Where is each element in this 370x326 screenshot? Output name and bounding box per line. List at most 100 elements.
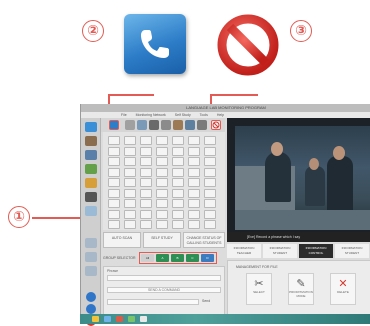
student-seat[interactable] [204,199,216,208]
toolbar-stop-button[interactable] [211,120,221,130]
prioritization-button[interactable]: ✎ PRIORITIZATION MODE [288,273,314,305]
student-seat[interactable] [188,178,200,187]
student-seat[interactable] [204,146,216,156]
student-seat[interactable] [140,167,152,177]
student-seat[interactable] [188,167,200,177]
toolbar-button-5[interactable] [161,120,171,130]
toolbar-button-8[interactable] [197,120,207,130]
student-seat[interactable] [156,178,168,187]
tab-info-teacher[interactable]: INFORMATION TEACHER [227,244,261,258]
student-seat[interactable] [108,167,120,177]
tab-info-control[interactable]: INFORMATION CONTROL [299,244,333,258]
toolbar-button-4[interactable] [149,120,159,130]
student-seat[interactable] [172,136,184,145]
task-icon-5[interactable] [140,316,147,322]
student-seat[interactable] [204,220,216,229]
student-seat[interactable] [156,209,168,219]
edit-icon[interactable] [85,192,97,202]
menu-file[interactable]: File [121,113,127,117]
student-seat[interactable] [156,157,168,166]
student-seat[interactable] [124,188,136,198]
command-field[interactable]: SEND A COMMAND [107,287,221,293]
student-seat[interactable] [156,136,168,145]
menu-monitoring[interactable]: Monitoring Network [136,113,166,117]
student-seat[interactable] [204,167,216,177]
student-seat[interactable] [204,209,216,219]
student-seat[interactable] [204,136,216,145]
side-icon-10[interactable] [85,266,97,276]
student-seat[interactable] [188,157,200,166]
toolbar-button-2[interactable] [125,120,135,130]
student-seat[interactable] [188,209,200,219]
student-seat[interactable] [172,209,184,219]
menu-self-study[interactable]: Self Study [175,113,191,117]
student-seat[interactable] [108,157,120,166]
change-status-button[interactable]: CHANGE STATUS OF CALLING STUDENTS [183,232,225,248]
tab-info-student-2[interactable]: INFORMATION STUDENT [335,244,369,258]
toolbar-button-6[interactable] [173,120,183,130]
student-seat[interactable] [172,188,184,198]
student-seat[interactable] [108,199,120,208]
student-seat[interactable] [140,146,152,156]
student-seat[interactable] [188,188,200,198]
student-seat[interactable] [108,146,120,156]
toolbar-button-3[interactable] [137,120,147,130]
student-seat[interactable] [124,167,136,177]
student-seat[interactable] [124,209,136,219]
student-seat[interactable] [124,136,136,145]
tab-info-student[interactable]: INFORMATION STUDENT [263,244,297,258]
student-seat[interactable] [108,209,120,219]
toolbar-phone-button[interactable] [109,120,119,130]
video-controls[interactable]: [Eve] Record a phrase which I say [227,232,370,242]
student-seat[interactable] [124,199,136,208]
menu-help[interactable]: Help [217,113,224,117]
student-seat[interactable] [140,157,152,166]
side-icon-4[interactable] [85,164,97,174]
student-seat[interactable] [124,220,136,229]
student-seat[interactable] [156,146,168,156]
student-seat[interactable] [156,199,168,208]
menu-tools[interactable]: Tools [200,113,208,117]
student-seat[interactable] [140,178,152,187]
info-icon[interactable] [86,292,96,302]
student-seat[interactable] [108,136,120,145]
side-icon-9[interactable] [85,252,97,262]
student-seat[interactable] [124,146,136,156]
auto-scan-button[interactable]: AUTO SCAN [103,232,141,248]
student-seat[interactable] [188,146,200,156]
select-button[interactable]: ✂ SELECT [246,273,272,305]
student-seat[interactable] [140,209,152,219]
student-seat[interactable] [204,178,216,187]
student-seat[interactable] [172,178,184,187]
send-button[interactable]: Send [202,299,210,303]
side-icon-5[interactable] [85,178,97,188]
side-icon-7[interactable] [85,206,97,216]
student-seat[interactable] [204,188,216,198]
student-seat[interactable] [188,136,200,145]
side-icon-3[interactable] [85,150,97,160]
student-seat[interactable] [140,220,152,229]
student-seat[interactable] [172,157,184,166]
student-seat[interactable] [172,199,184,208]
student-seat[interactable] [172,146,184,156]
phrase-field[interactable] [107,275,221,281]
delete-button[interactable]: ✕ DELETE [330,273,356,305]
self-study-button[interactable]: SELF STUDY [143,232,181,248]
student-seat[interactable] [156,188,168,198]
task-icon-1[interactable] [92,316,99,322]
message-field[interactable] [107,299,199,305]
student-seat[interactable] [124,157,136,166]
video-player[interactable] [227,118,370,232]
task-icon-4[interactable] [128,316,135,322]
student-seat[interactable] [156,220,168,229]
task-icon-2[interactable] [104,316,111,322]
student-seat[interactable] [124,178,136,187]
student-seat[interactable] [188,220,200,229]
student-seat[interactable] [172,167,184,177]
toolbar-button-7[interactable] [185,120,195,130]
student-seat[interactable] [108,178,120,187]
student-seat[interactable] [172,220,184,229]
task-icon-3[interactable] [116,316,123,322]
student-seat[interactable] [140,199,152,208]
student-seat[interactable] [108,220,120,229]
